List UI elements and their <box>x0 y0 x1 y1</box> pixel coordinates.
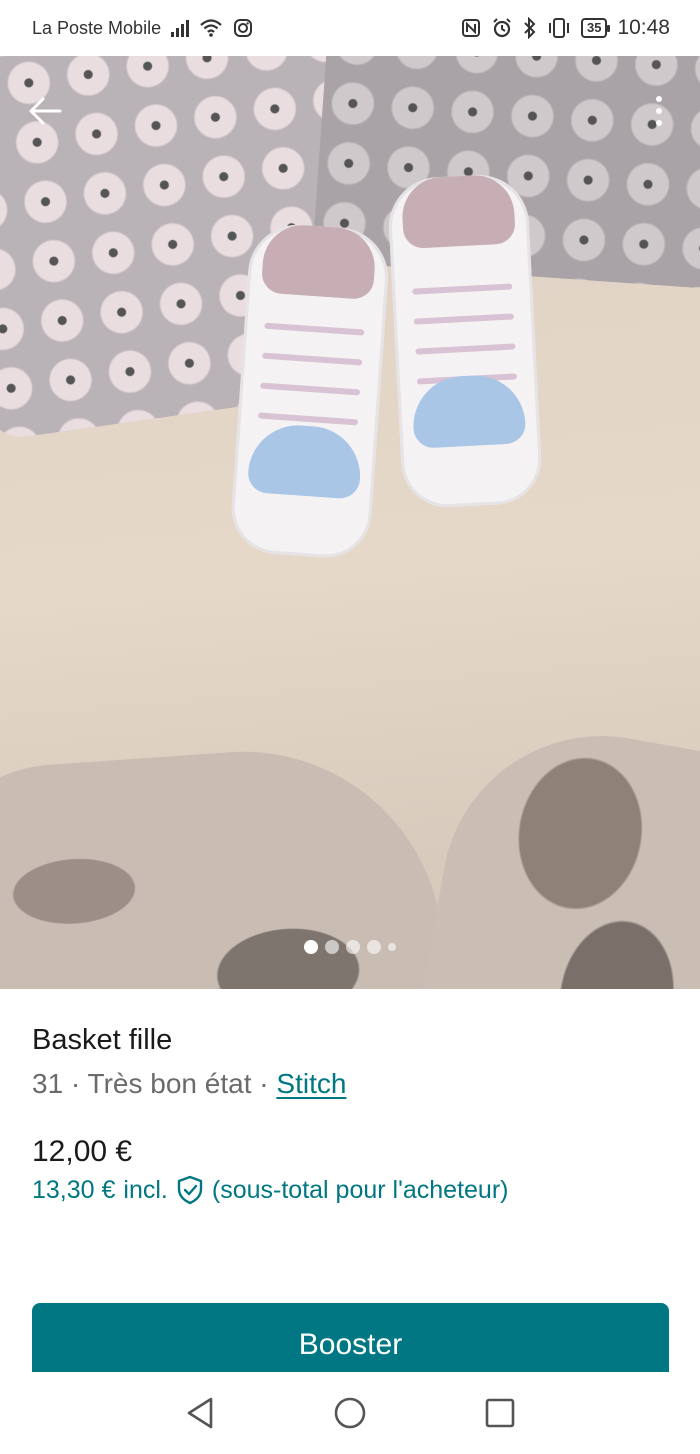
nfc-icon <box>461 19 480 37</box>
item-meta: 31 · Très bon état · Stitch <box>32 1062 672 1106</box>
more-vert-icon <box>656 96 662 102</box>
bluetooth-icon <box>524 17 536 39</box>
pagination-dot[interactable] <box>325 940 339 954</box>
status-bar: La Poste Mobile 35 10:48 <box>0 0 700 56</box>
item-condition: Très bon état <box>87 1068 252 1099</box>
status-right: 35 10:48 <box>461 16 670 40</box>
battery-icon: 35 <box>580 18 611 38</box>
vibrate-icon <box>548 18 569 38</box>
alarm-icon <box>493 18 511 38</box>
nav-recents-button[interactable] <box>479 1392 521 1434</box>
pagination-dot[interactable] <box>304 940 318 954</box>
back-triangle-icon <box>187 1397 213 1429</box>
status-left: La Poste Mobile <box>32 18 253 39</box>
product-photo[interactable] <box>0 56 700 989</box>
item-size: 31 <box>32 1068 64 1099</box>
shield-check-icon <box>176 1175 204 1205</box>
item-details: Basket fille 31 · Très bon état · Stitch… <box>32 1020 672 1208</box>
more-options-button[interactable] <box>644 90 674 132</box>
carrier-name: La Poste Mobile <box>32 17 162 38</box>
photo-pagination <box>0 940 700 954</box>
arrow-left-icon <box>29 97 62 125</box>
pagination-dot[interactable] <box>346 940 360 954</box>
price-incl-amount: 13,30 € <box>32 1176 116 1204</box>
photo-sneaker-right <box>386 172 544 510</box>
photo-sneaker-left <box>228 221 392 561</box>
pagination-dot[interactable] <box>388 943 396 951</box>
back-button[interactable] <box>24 90 66 132</box>
nav-back-button[interactable] <box>179 1392 221 1434</box>
home-circle-icon <box>334 1397 366 1429</box>
booster-label: Booster <box>298 1328 403 1361</box>
wifi-icon <box>200 19 222 37</box>
signal-icon <box>171 19 190 37</box>
item-brand-link[interactable]: Stitch <box>276 1068 346 1099</box>
recents-square-icon <box>485 1398 515 1428</box>
meta-separator: · <box>251 1068 277 1099</box>
nav-home-button[interactable] <box>329 1392 371 1434</box>
price-incl-note: (sous-total pour l'acheteur) <box>211 1176 509 1204</box>
clock: 10:48 <box>617 16 670 39</box>
item-title: Basket fille <box>32 1024 173 1056</box>
system-nav-bar <box>0 1372 700 1454</box>
instagram-icon <box>234 19 253 37</box>
item-price: 12,00 € <box>32 1135 133 1168</box>
meta-separator: · <box>63 1068 88 1099</box>
pagination-dot[interactable] <box>367 940 381 954</box>
price-incl-word: incl. <box>123 1176 168 1204</box>
booster-button[interactable]: Booster <box>32 1303 669 1383</box>
buyer-protection-price[interactable]: 13,30 € incl. (sous-total pour l'acheteu… <box>32 1172 672 1208</box>
